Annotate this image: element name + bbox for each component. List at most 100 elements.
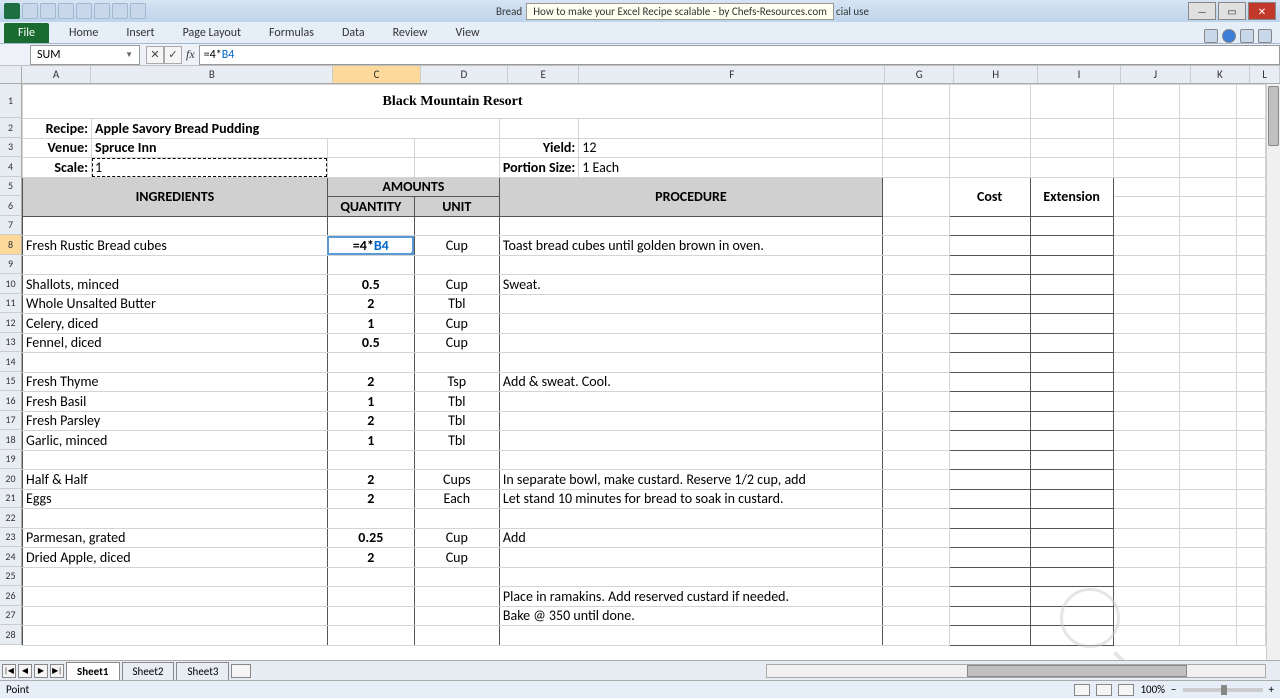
row-header-25[interactable]: 25 xyxy=(0,567,22,587)
cell-ingredient[interactable] xyxy=(23,353,328,373)
col-header-d[interactable]: D xyxy=(421,66,508,83)
cell-ingredient[interactable]: Fresh Basil xyxy=(23,392,328,412)
cell-unit[interactable] xyxy=(414,353,499,373)
col-header-i[interactable]: I xyxy=(1038,66,1121,83)
cell-extension[interactable] xyxy=(1030,275,1113,295)
ribbon-tab-view[interactable]: View xyxy=(442,23,494,43)
zoom-in-button[interactable]: + xyxy=(1269,683,1274,696)
row-header-19[interactable]: 19 xyxy=(0,450,22,470)
cell-cost[interactable] xyxy=(949,431,1030,451)
cell-procedure[interactable]: Toast bread cubes until golden brown in … xyxy=(499,236,882,256)
cell-quantity[interactable] xyxy=(327,567,414,587)
cell-ingredient[interactable]: Fresh Thyme xyxy=(23,372,328,392)
cell-cost[interactable] xyxy=(949,255,1030,275)
cell-unit[interactable] xyxy=(414,255,499,275)
sheet-nav-next[interactable]: ▶ xyxy=(34,664,48,678)
row-header-21[interactable]: 21 xyxy=(0,489,22,509)
row-header-24[interactable]: 24 xyxy=(0,547,22,567)
cell-procedure[interactable] xyxy=(499,333,882,353)
cell-ingredient[interactable] xyxy=(23,587,328,607)
cell-ingredient[interactable]: Garlic, minced xyxy=(23,431,328,451)
ribbon-tab-page-layout[interactable]: Page Layout xyxy=(169,23,255,43)
col-header-k[interactable]: K xyxy=(1191,66,1251,83)
select-all-corner[interactable] xyxy=(0,66,22,83)
cell-unit[interactable] xyxy=(414,450,499,470)
cell-procedure[interactable]: Place in ramakins. Add reserved custard … xyxy=(499,587,882,607)
cell-procedure[interactable] xyxy=(499,567,882,587)
row-header-23[interactable]: 23 xyxy=(0,528,22,548)
cell-cost[interactable] xyxy=(949,626,1030,646)
row-header-8[interactable]: 8 xyxy=(0,235,22,255)
qat-icon[interactable] xyxy=(130,3,146,19)
cell-ingredient[interactable] xyxy=(23,626,328,646)
row-header-13[interactable]: 13 xyxy=(0,333,22,353)
cell-ingredient[interactable]: Celery, diced xyxy=(23,314,328,334)
cell-procedure[interactable] xyxy=(499,450,882,470)
cell-procedure[interactable]: In separate bowl, make custard. Reserve … xyxy=(499,470,882,490)
cell-unit[interactable]: Tsp xyxy=(414,372,499,392)
col-header-j[interactable]: J xyxy=(1121,66,1190,83)
formula-input[interactable]: =4*B4 xyxy=(199,45,1280,65)
row-header-16[interactable]: 16 xyxy=(0,391,22,411)
sheet-nav-first[interactable]: |◀ xyxy=(2,664,16,678)
cell-quantity[interactable]: 0.5 xyxy=(327,275,414,295)
file-tab[interactable]: File xyxy=(4,23,49,43)
cell-cost[interactable] xyxy=(949,450,1030,470)
cell-ingredient[interactable]: Dried Apple, diced xyxy=(23,548,328,568)
cell-quantity[interactable]: 1 xyxy=(327,431,414,451)
cell-quantity[interactable] xyxy=(327,626,414,646)
row-header-2[interactable]: 2 xyxy=(0,118,22,138)
cell-extension[interactable] xyxy=(1030,450,1113,470)
cell-cost[interactable] xyxy=(949,294,1030,314)
cell-ingredient[interactable]: Eggs xyxy=(23,489,328,509)
cell-quantity[interactable]: 2 xyxy=(327,372,414,392)
cell-extension[interactable] xyxy=(1030,372,1113,392)
qat-icon[interactable] xyxy=(94,3,110,19)
col-header-g[interactable]: G xyxy=(885,66,954,83)
row-header-14[interactable]: 14 xyxy=(0,352,22,372)
row-header-7[interactable]: 7 xyxy=(0,216,22,236)
cell-procedure[interactable] xyxy=(499,431,882,451)
row-header-27[interactable]: 27 xyxy=(0,606,22,626)
zoom-slider[interactable] xyxy=(1183,688,1263,692)
zoom-level[interactable]: 100% xyxy=(1140,683,1165,696)
cell-extension[interactable] xyxy=(1030,411,1113,431)
cell-cost[interactable] xyxy=(949,606,1030,626)
col-header-c[interactable]: C xyxy=(333,66,420,83)
cell-procedure[interactable] xyxy=(499,314,882,334)
cell-quantity[interactable]: 0.25 xyxy=(327,528,414,548)
cell-cost[interactable] xyxy=(949,275,1030,295)
cell-extension[interactable] xyxy=(1030,470,1113,490)
cell-extension[interactable] xyxy=(1030,333,1113,353)
cell-cost[interactable] xyxy=(949,411,1030,431)
name-box-dropdown-icon[interactable]: ▼ xyxy=(125,50,133,60)
cell-quantity[interactable]: 2 xyxy=(327,294,414,314)
cell-procedure[interactable] xyxy=(499,509,882,529)
cell-ingredient[interactable] xyxy=(23,255,328,275)
sheet-tab-1[interactable]: Sheet1 xyxy=(66,662,120,680)
cell-extension[interactable] xyxy=(1030,489,1113,509)
enter-formula-button[interactable]: ✓ xyxy=(164,46,182,64)
cell-extension[interactable] xyxy=(1030,294,1113,314)
cell-cost[interactable] xyxy=(949,528,1030,548)
scrollbar-thumb[interactable] xyxy=(1268,86,1279,146)
cell-unit[interactable]: Tbl xyxy=(414,392,499,412)
col-header-b[interactable]: B xyxy=(91,66,333,83)
cell-extension[interactable] xyxy=(1030,314,1113,334)
redo-icon[interactable] xyxy=(58,3,74,19)
col-header-h[interactable]: H xyxy=(954,66,1037,83)
row-header-1[interactable]: 1 xyxy=(0,84,22,118)
cell-cost[interactable] xyxy=(949,392,1030,412)
cell-unit[interactable]: Cup xyxy=(414,333,499,353)
cell-unit[interactable] xyxy=(414,509,499,529)
cell-unit[interactable]: Cup xyxy=(414,275,499,295)
row-header-26[interactable]: 26 xyxy=(0,586,22,606)
cell-quantity[interactable]: 1 xyxy=(327,314,414,334)
hscroll-thumb[interactable] xyxy=(967,665,1187,677)
ribbon-tab-review[interactable]: Review xyxy=(379,23,442,43)
scale-value[interactable]: 1 xyxy=(92,158,328,178)
cell-cost[interactable] xyxy=(949,489,1030,509)
cell-ingredient[interactable] xyxy=(23,567,328,587)
cell-unit[interactable]: Cups xyxy=(414,470,499,490)
cell-quantity[interactable] xyxy=(327,587,414,607)
